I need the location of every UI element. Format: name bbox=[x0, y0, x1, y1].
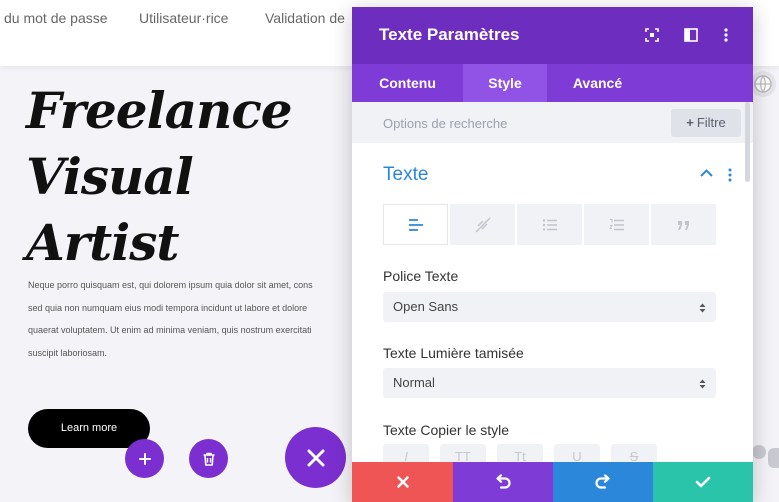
section-menu-icon[interactable] bbox=[727, 167, 733, 183]
body-text-line: sed quia non numquam eius modi tempora i… bbox=[28, 302, 308, 313]
redo-button[interactable] bbox=[553, 462, 653, 502]
nav-link-validation[interactable]: Validation de bbox=[265, 10, 345, 26]
numbered-list-button[interactable] bbox=[584, 204, 649, 245]
hero-title[interactable]: Freelance Visual Artist bbox=[26, 78, 346, 276]
section-title-texte[interactable]: Texte bbox=[383, 164, 428, 186]
fullscreen-icon[interactable] bbox=[644, 27, 660, 43]
select-arrows-icon bbox=[699, 292, 706, 322]
plus-icon: + bbox=[686, 115, 694, 130]
weight-select[interactable]: Normal bbox=[383, 368, 716, 398]
split-view-icon[interactable] bbox=[683, 27, 699, 43]
weight-select-value: Normal bbox=[393, 375, 435, 390]
hero-title-line-1: Freelance bbox=[26, 81, 293, 140]
side-handle-icon[interactable] bbox=[752, 445, 766, 459]
body-text-line: Neque porro quisquam est, qui dolorem ip… bbox=[28, 280, 313, 290]
quote-icon bbox=[677, 220, 689, 230]
globe-icon[interactable] bbox=[750, 71, 776, 97]
font-select[interactable]: Open Sans bbox=[383, 292, 716, 322]
search-options-input[interactable]: Options de recherche bbox=[383, 116, 507, 131]
close-icon bbox=[307, 449, 324, 466]
chevron-up-icon[interactable] bbox=[700, 169, 713, 177]
tab-style[interactable]: Style bbox=[463, 64, 547, 102]
select-arrows-icon bbox=[699, 368, 706, 398]
font-select-value: Open Sans bbox=[393, 299, 459, 314]
delete-module-button[interactable] bbox=[189, 439, 228, 478]
panel-action-bar bbox=[352, 462, 753, 502]
undo-icon bbox=[496, 474, 511, 489]
font-style-label: Texte Copier le style bbox=[383, 422, 510, 438]
check-icon bbox=[695, 476, 711, 488]
cancel-button[interactable] bbox=[352, 462, 453, 502]
body-text-line: suscipit laboriosam. bbox=[28, 347, 108, 358]
redo-icon bbox=[595, 474, 610, 489]
body-text-module[interactable]: Neque porro quisquam est, qui dolorem ip… bbox=[28, 274, 358, 364]
bullet-list-button[interactable] bbox=[517, 204, 582, 245]
panel-tabs: Contenu Style Avancé bbox=[352, 64, 753, 102]
quote-button[interactable] bbox=[651, 204, 716, 245]
text-alignment-group bbox=[383, 204, 716, 245]
tab-contenu[interactable]: Contenu bbox=[352, 64, 463, 102]
panel-header[interactable]: Texte Paramètres bbox=[352, 7, 753, 64]
close-builder-button[interactable] bbox=[285, 427, 346, 488]
nav-link-user[interactable]: Utilisateur·rice bbox=[139, 10, 228, 26]
filter-label: Filtre bbox=[696, 115, 726, 130]
plus-icon bbox=[138, 452, 151, 465]
close-icon bbox=[396, 476, 409, 488]
more-options-icon[interactable] bbox=[718, 27, 734, 43]
bullet-list-icon bbox=[542, 218, 557, 231]
no-align-icon bbox=[474, 216, 491, 233]
nav-link-password[interactable]: du mot de passe bbox=[4, 10, 108, 26]
trash-icon bbox=[203, 452, 214, 466]
weight-label: Texte Lumière tamisée bbox=[383, 345, 524, 361]
hero-title-line-2: Visual Artist bbox=[26, 147, 194, 272]
tab-avance[interactable]: Avancé bbox=[547, 64, 648, 102]
no-align-button[interactable] bbox=[450, 204, 515, 245]
panel-title: Texte Paramètres bbox=[379, 25, 520, 44]
align-left-button[interactable] bbox=[383, 204, 448, 245]
add-module-button[interactable] bbox=[125, 439, 164, 478]
align-left-icon bbox=[408, 218, 423, 231]
panel-scrollbar[interactable] bbox=[745, 102, 750, 182]
body-text-line: quaerat voluptatem. Ut enim ad minima ve… bbox=[28, 325, 312, 335]
text-settings-panel: Texte Paramètres Contenu Style Avancé Op… bbox=[352, 7, 753, 502]
options-search-bar[interactable]: Options de recherche + Filtre bbox=[352, 102, 753, 143]
undo-button[interactable] bbox=[453, 462, 553, 502]
numbered-list-icon bbox=[608, 218, 624, 230]
side-handle-icon-2[interactable] bbox=[768, 448, 779, 468]
save-button[interactable] bbox=[653, 462, 753, 502]
filter-button[interactable]: + Filtre bbox=[671, 109, 741, 137]
font-label: Police Texte bbox=[383, 268, 459, 284]
